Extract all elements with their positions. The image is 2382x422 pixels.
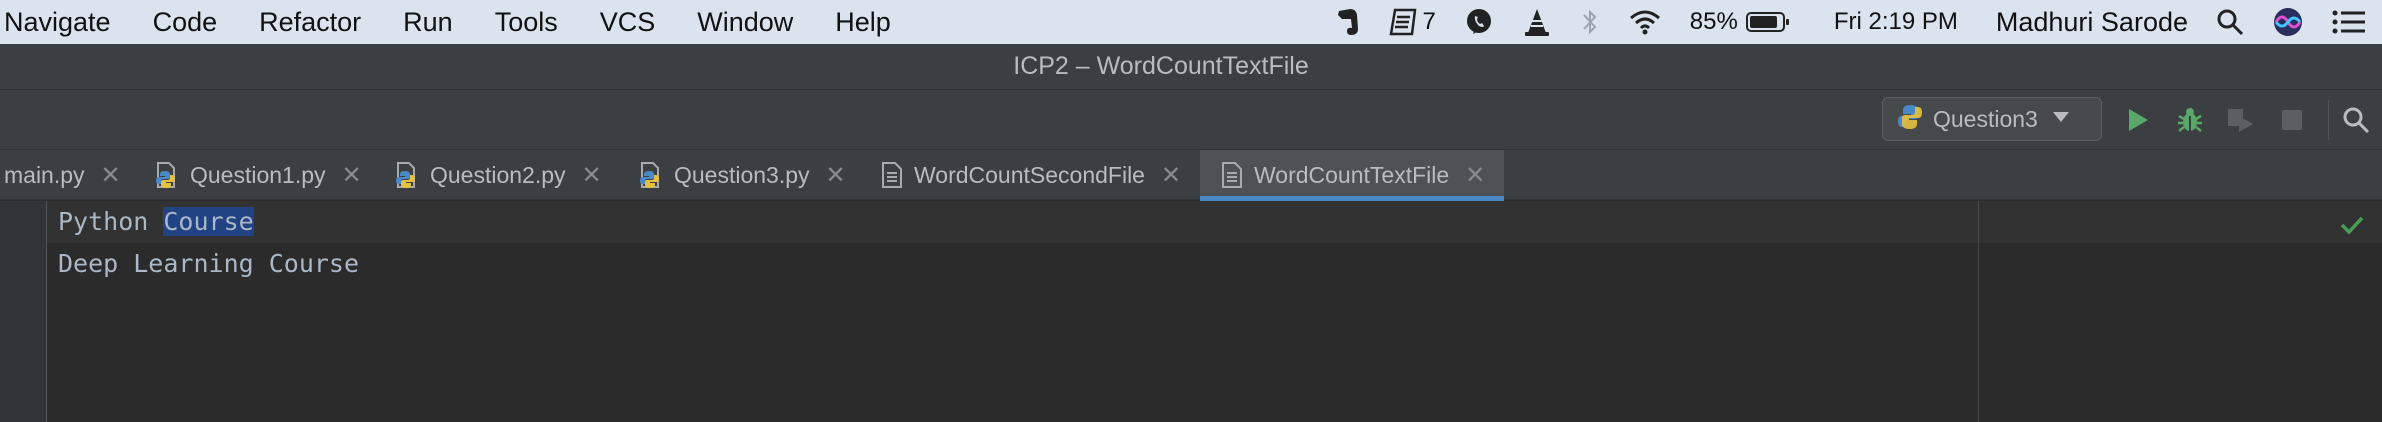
siri-icon[interactable]	[2272, 6, 2304, 38]
close-icon[interactable]: ✕	[1465, 161, 1485, 190]
battery-percent: 85%	[1689, 8, 1738, 35]
status-area: 7 85% Fri 2:19 PM Madhuri Sarode	[1320, 0, 2382, 44]
python-file-icon	[392, 161, 420, 189]
tab-label: WordCountSecondFile	[914, 161, 1145, 188]
menu-navigate[interactable]: Navigate	[0, 7, 132, 38]
close-icon[interactable]: ✕	[1161, 161, 1181, 190]
tab-question1-py[interactable]: Question1.py ✕	[152, 150, 370, 200]
spotlight-search-icon[interactable]	[2216, 8, 2244, 36]
right-margin-guide	[1978, 201, 1979, 422]
code-text: Deep Learning Course	[58, 249, 360, 278]
battery-status[interactable]: 85%	[1690, 8, 1790, 36]
editor-gutter[interactable]	[0, 201, 47, 422]
menu-vcs[interactable]: VCS	[579, 7, 677, 38]
vlc-icon[interactable]	[1522, 7, 1552, 37]
menu-run[interactable]: Run	[382, 7, 474, 38]
tab-label: WordCountTextFile	[1254, 161, 1450, 188]
tab-label: Question3.py	[674, 161, 810, 188]
window-title-bar: ICP2 – WordCountTextFile	[0, 44, 2382, 90]
text-selection: Course	[163, 207, 254, 236]
menu-bar: Navigate Code Refactor Run Tools VCS Win…	[0, 0, 2382, 44]
stack-badge-count: 7	[1422, 8, 1436, 35]
bluetooth-icon[interactable]	[1580, 7, 1600, 37]
run-with-coverage-button[interactable]	[2222, 102, 2258, 138]
stop-button[interactable]	[2274, 102, 2310, 138]
python-icon	[1897, 104, 1923, 135]
close-icon[interactable]: ✕	[826, 161, 846, 190]
text-file-icon	[880, 161, 904, 189]
tab-main-py[interactable]: main.py ✕	[0, 150, 130, 200]
debug-button[interactable]	[2172, 102, 2208, 138]
inspection-ok-check-icon[interactable]	[2340, 215, 2364, 240]
code-editor[interactable]: Python Course Deep Learning Course	[0, 201, 2382, 422]
notification-center-icon[interactable]	[2332, 9, 2366, 35]
code-text: Python	[58, 207, 164, 236]
tab-label: main.py	[4, 161, 85, 188]
chevron-down-icon	[2052, 110, 2070, 128]
toolbar-separator	[2328, 100, 2329, 140]
menu-code[interactable]: Code	[132, 7, 239, 38]
viber-icon[interactable]	[1464, 7, 1494, 37]
code-line[interactable]: Python Course	[58, 203, 254, 241]
python-file-icon	[636, 161, 664, 189]
run-configuration-dropdown[interactable]: Question3	[1882, 97, 2102, 141]
close-icon[interactable]: ✕	[101, 161, 121, 190]
tab-question3-py[interactable]: Question3.py ✕	[636, 150, 856, 200]
menu-window[interactable]: Window	[676, 7, 814, 38]
user-name[interactable]: Madhuri Sarode	[1996, 7, 2188, 38]
text-file-icon	[1220, 161, 1244, 189]
menu-items: Navigate Code Refactor Run Tools VCS Win…	[0, 0, 912, 44]
window-title: ICP2 – WordCountTextFile	[1013, 52, 1309, 80]
current-line-highlight	[47, 201, 2382, 243]
wifi-icon[interactable]	[1628, 8, 1662, 36]
tab-wordcounttextfile[interactable]: WordCountTextFile ✕	[1200, 150, 1504, 201]
search-everywhere-icon[interactable]	[2338, 102, 2374, 138]
menu-help[interactable]: Help	[814, 7, 912, 38]
evernote-icon[interactable]	[1334, 7, 1360, 37]
code-line[interactable]: Deep Learning Course	[58, 245, 359, 283]
stack-icon[interactable]: 7	[1388, 7, 1436, 37]
menu-refactor[interactable]: Refactor	[238, 7, 382, 38]
menu-tools[interactable]: Tools	[474, 7, 579, 38]
close-icon[interactable]: ✕	[342, 161, 362, 190]
editor-tab-bar: main.py ✕ Question1.py ✕ Question2.py ✕ …	[0, 150, 2382, 201]
battery-icon	[1745, 12, 1789, 32]
tab-question2-py[interactable]: Question2.py ✕	[392, 150, 612, 200]
close-icon[interactable]: ✕	[582, 161, 602, 190]
tab-wordcountsecondfile[interactable]: WordCountSecondFile ✕	[880, 150, 1190, 200]
tab-label: Question1.py	[190, 161, 326, 188]
run-configuration-label: Question3	[1933, 105, 2038, 132]
tab-label: Question2.py	[430, 161, 566, 188]
clock[interactable]: Fri 2:19 PM	[1834, 8, 1958, 36]
ide-toolbar: Question3	[0, 90, 2382, 150]
python-file-icon	[152, 161, 180, 189]
run-button[interactable]	[2120, 102, 2156, 138]
